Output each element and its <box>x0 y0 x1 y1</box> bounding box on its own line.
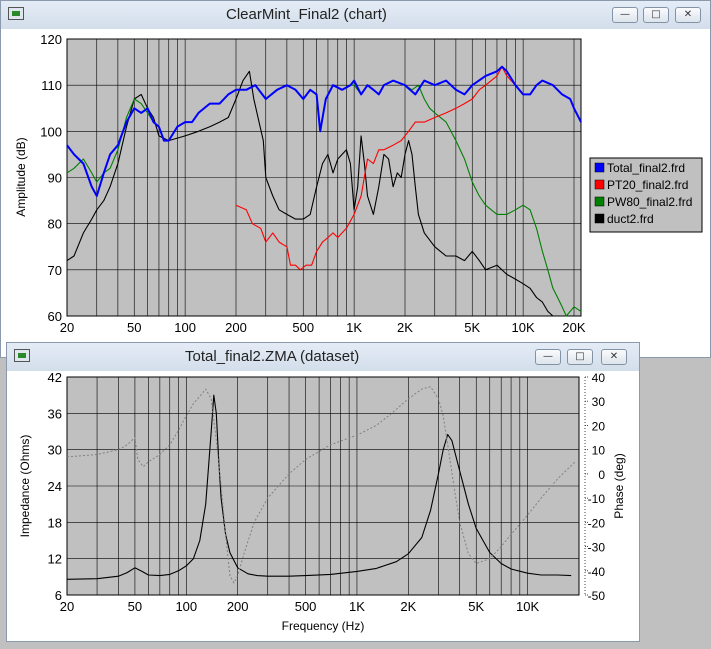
y-tick-label: 70 <box>48 263 62 278</box>
legend-entry: duct2.frd <box>607 212 654 226</box>
y2-axis-label: Phase (deg) <box>612 453 626 518</box>
y-tick-label: 30 <box>48 443 62 458</box>
y-tick-label: 100 <box>40 124 62 139</box>
y2-tick-label: -10 <box>588 492 606 506</box>
y-tick-label: 12 <box>48 552 62 567</box>
x-tick-label: 10K <box>516 599 539 614</box>
y-tick-label: 80 <box>48 217 62 232</box>
x-tick-label: 200 <box>225 320 247 335</box>
y-tick-label: 90 <box>48 171 62 186</box>
x-tick-label: 200 <box>227 599 249 614</box>
y-axis-label: Amplitude (dB) <box>14 137 28 216</box>
x-tick-label: 500 <box>295 599 317 614</box>
x-tick-label: 5K <box>468 599 484 614</box>
dataset-window: Total_final2.ZMA (dataset) — □ ✕ 20 50 100… <box>6 342 640 642</box>
x-tick-label: 10K <box>512 320 535 335</box>
legend: Total_final2.frd PT20_final2.frd PW80_fina… <box>589 157 703 233</box>
x-tick-label: 2K <box>397 320 413 335</box>
y-tick-label: 36 <box>48 406 62 421</box>
impedance-chart: 20 50 100 200 500 1K 2K 5K 10K6121824303642-50-4… <box>18 370 626 633</box>
y-tick-label: 110 <box>41 78 62 93</box>
legend-entry: PW80_final2.frd <box>607 195 692 209</box>
y2-tick-label: 10 <box>592 444 606 458</box>
legend-entry: PT20_final2.frd <box>607 178 688 192</box>
frequency-response-chart: 20 50 100 200 500 1K 2K 5K 10K 20K607080901001101… <box>14 32 703 335</box>
x-tick-label: 20K <box>562 320 585 335</box>
x-tick-label: 5K <box>464 320 480 335</box>
y-tick-label: 120 <box>40 32 62 47</box>
x-tick-label: 500 <box>292 320 314 335</box>
y2-tick-label: -50 <box>588 589 606 603</box>
x-tick-label: 2K <box>400 599 416 614</box>
x-axis-label: Frequency (Hz) <box>282 619 365 633</box>
y-tick-label: 18 <box>48 515 62 530</box>
legend-swatch <box>594 162 605 173</box>
y2-tick-label: 40 <box>592 371 606 385</box>
y2-tick-label: 30 <box>592 395 606 409</box>
y-tick-label: 6 <box>55 588 62 603</box>
legend-entry: Total_final2.frd <box>607 161 685 175</box>
y2-tick-label: -30 <box>588 541 606 555</box>
y-tick-label: 42 <box>48 370 62 385</box>
y-axis-label: Impedance (Ohms) <box>18 435 32 538</box>
y2-tick-label: -40 <box>588 565 606 579</box>
x-tick-label: 1K <box>349 599 365 614</box>
legend-swatch <box>594 213 605 224</box>
x-tick-label: 50 <box>127 320 141 335</box>
x-tick-label: 1K <box>346 320 362 335</box>
x-tick-label: 100 <box>175 599 197 614</box>
x-tick-label: 50 <box>128 599 142 614</box>
legend-swatch <box>594 196 605 207</box>
y-tick-label: 24 <box>48 479 62 494</box>
y-tick-label: 60 <box>48 309 62 324</box>
y2-tick-label: -20 <box>588 516 606 530</box>
legend-swatch <box>594 179 605 190</box>
chart-window: ClearMint_Final2 (chart) — □ ✕ 20 50 100 20… <box>0 0 711 358</box>
y2-tick-label: 0 <box>598 468 605 482</box>
x-tick-label: 100 <box>174 320 196 335</box>
y2-tick-label: 20 <box>592 419 606 433</box>
